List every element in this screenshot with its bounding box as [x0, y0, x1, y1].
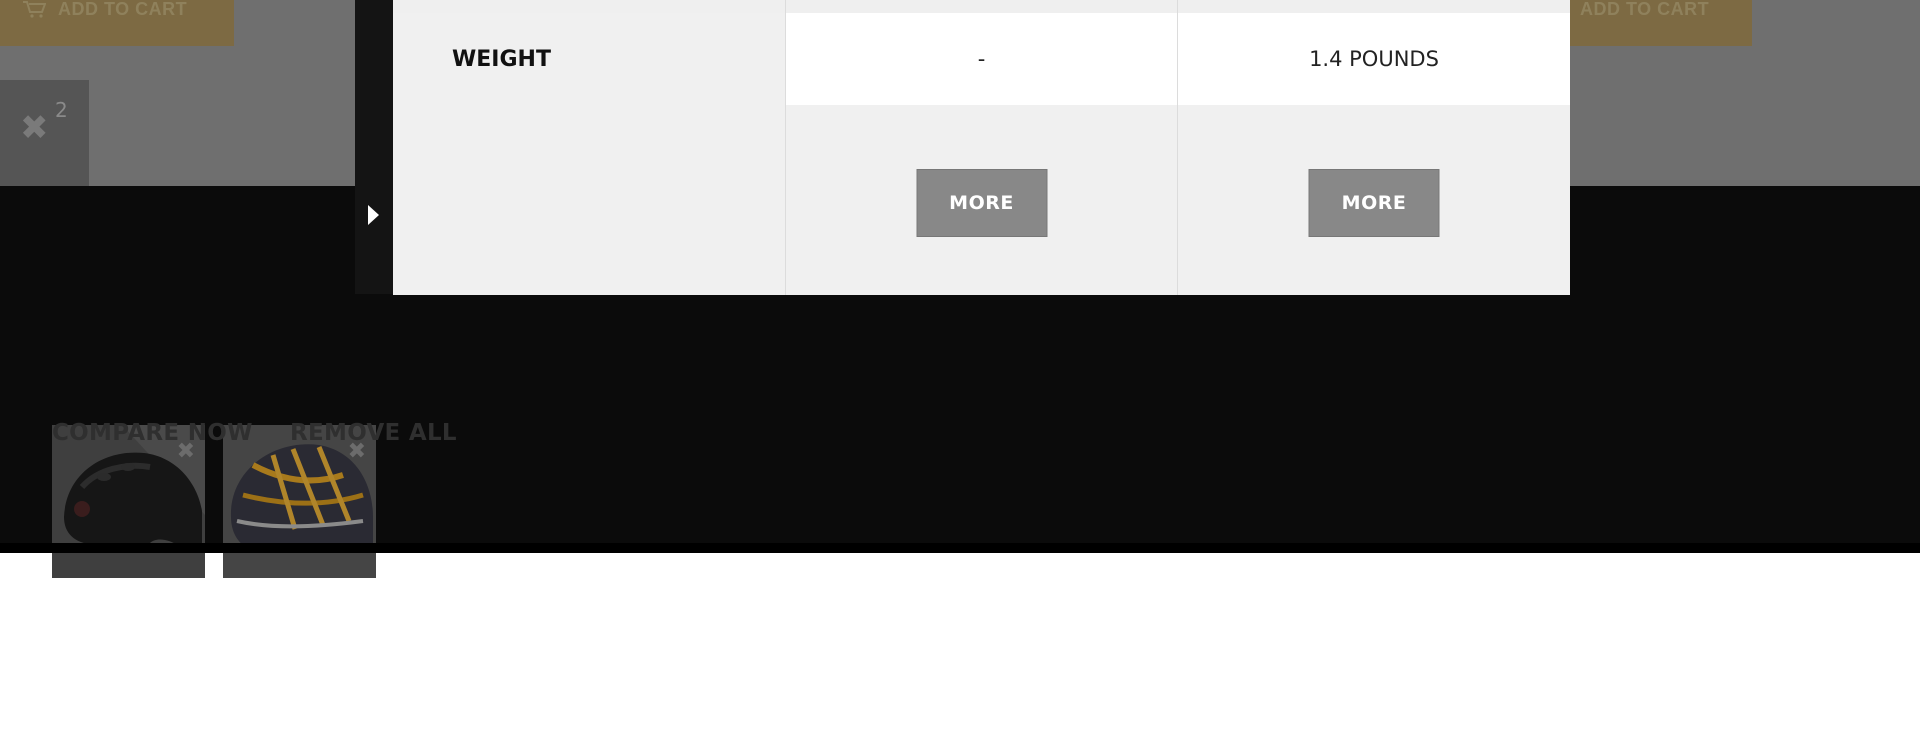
play-arrow-icon [368, 205, 379, 225]
weight-row-label: WEIGHT [452, 46, 551, 72]
add-to-cart-label: ADD TO CART [1580, 0, 1710, 19]
compare-thumbnail[interactable]: ✖ [52, 425, 205, 578]
weight-value: 1.4 POUNDS [1178, 13, 1570, 105]
more-button[interactable]: MORE [916, 169, 1047, 237]
compare-count: 2 [55, 98, 68, 122]
cart-icon [23, 1, 46, 18]
compare-thumbnail[interactable]: ✖ [223, 425, 376, 578]
close-icon: ✖ [20, 108, 49, 148]
compare-panel-toggle[interactable] [355, 0, 393, 294]
product-column: 1.4 POUNDS MORE [1177, 0, 1570, 295]
compare-table: WEIGHT - MORE 1.4 POUNDS MORE [393, 0, 1570, 295]
footer-divider [0, 543, 1920, 553]
table-row-divider [1178, 0, 1570, 13]
compare-remove-toggle[interactable]: ✖ 2 [0, 80, 89, 186]
add-to-cart-button[interactable]: ADD TO CART [0, 0, 234, 46]
compare-now-link[interactable]: COMPARE NOW [52, 420, 253, 446]
add-to-cart-button[interactable]: ADD TO CART [1560, 0, 1752, 46]
remove-all-link[interactable]: REMOVE ALL [290, 420, 457, 446]
add-to-cart-label: ADD TO CART [58, 0, 188, 19]
weight-value: - [786, 13, 1177, 105]
more-button[interactable]: MORE [1308, 169, 1440, 237]
compare-label-column: WEIGHT [393, 0, 785, 295]
table-row-divider [393, 0, 785, 13]
table-row-divider [786, 0, 1177, 13]
product-column: - MORE [785, 0, 1177, 295]
